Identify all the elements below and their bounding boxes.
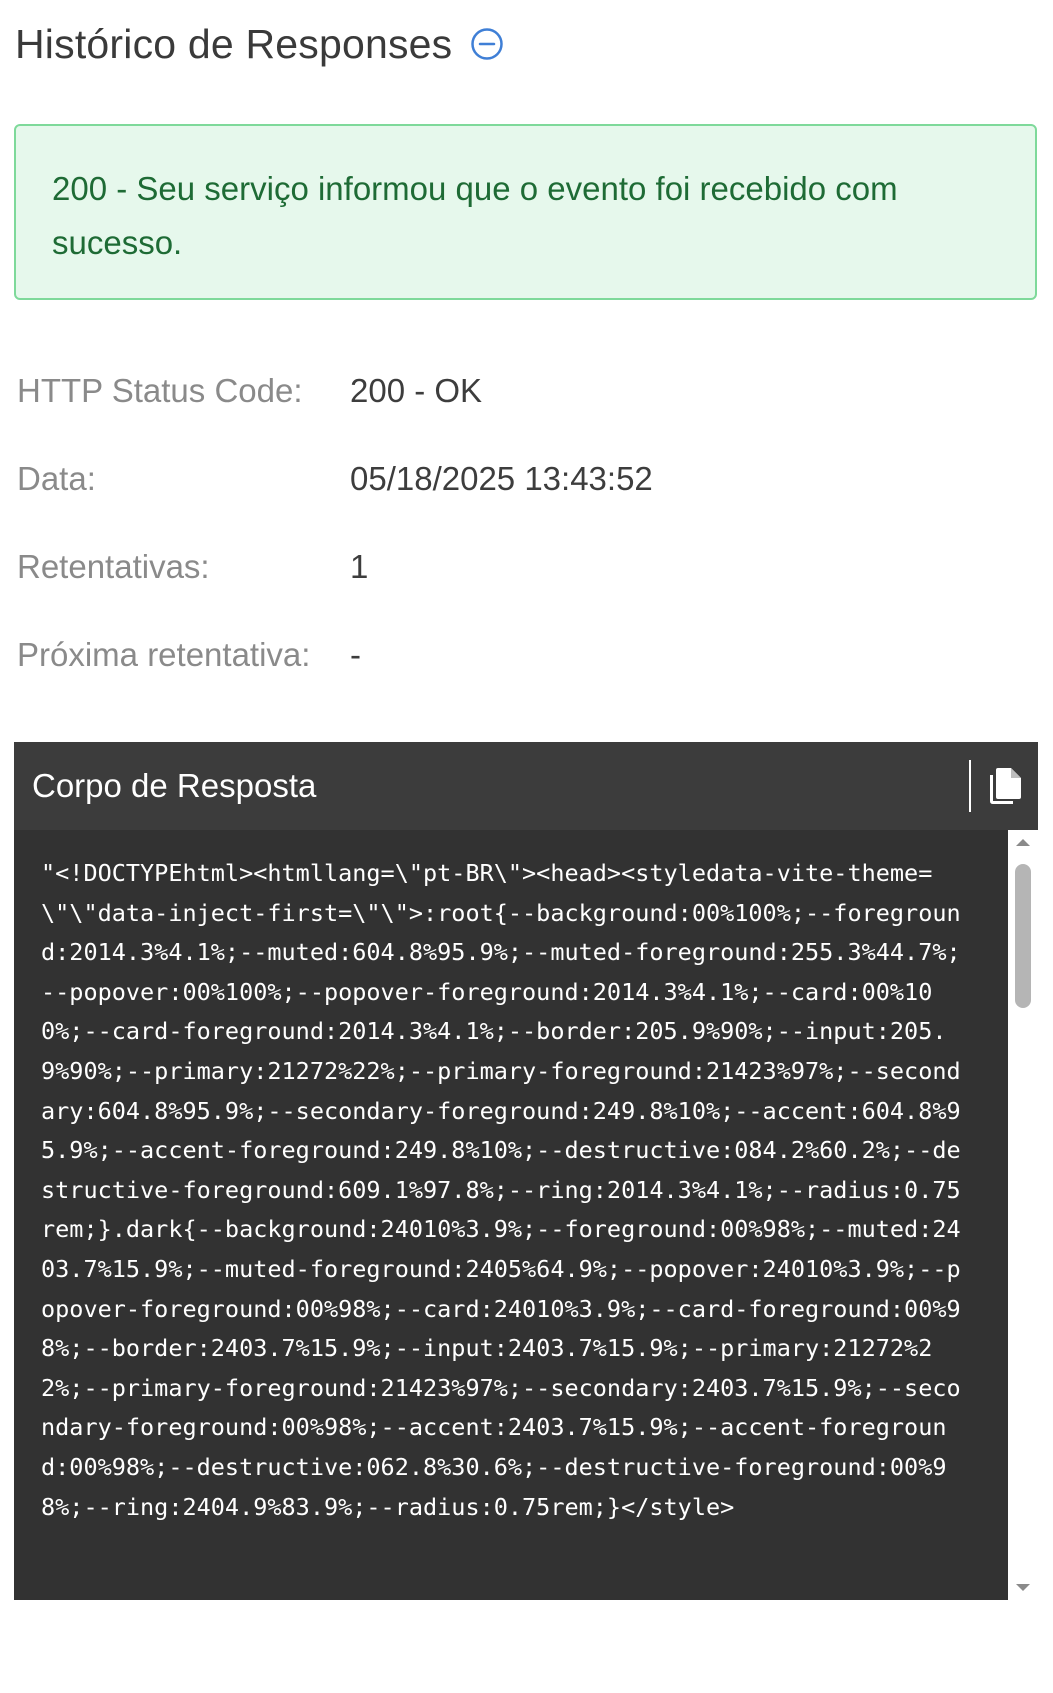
detail-row-status-code: HTTP Status Code: 200 - OK <box>17 372 653 460</box>
response-body-text: "<!DOCTYPEhtml><htmllang=\"pt-BR\"><head… <box>41 859 961 1521</box>
section-header: Histórico de Responses <box>15 18 504 70</box>
status-code-label: HTTP Status Code: <box>17 372 303 409</box>
response-details: HTTP Status Code: 200 - OK Data: 05/18/2… <box>17 372 653 724</box>
retries-value: 1 <box>350 548 369 585</box>
response-body-header: Corpo de Resposta <box>14 742 1038 830</box>
copy-icon[interactable] <box>986 764 1026 808</box>
detail-row-retries: Retentativas: 1 <box>17 548 653 636</box>
scrollbar-thumb[interactable] <box>1015 864 1031 1008</box>
date-value: 05/18/2025 13:43:52 <box>350 460 653 497</box>
minus-circle-icon[interactable] <box>470 27 504 61</box>
next-retry-value: - <box>350 636 361 673</box>
retries-label: Retentativas: <box>17 548 210 585</box>
response-body-content[interactable]: "<!DOCTYPEhtml><htmllang=\"pt-BR\"><head… <box>14 830 1008 1600</box>
alert-message: 200 - Seu serviço informou que o evento … <box>52 170 898 261</box>
scroll-up-arrow-icon[interactable] <box>1008 830 1038 854</box>
vertical-scrollbar[interactable] <box>1008 830 1038 1600</box>
date-label: Data: <box>17 460 96 497</box>
response-body-title: Corpo de Resposta <box>32 767 317 804</box>
detail-row-next-retry: Próxima retentativa: - <box>17 636 653 724</box>
detail-row-date: Data: 05/18/2025 13:43:52 <box>17 460 653 548</box>
next-retry-label: Próxima retentativa: <box>17 636 311 673</box>
success-alert: 200 - Seu serviço informou que o evento … <box>14 124 1037 300</box>
status-code-value: 200 - OK <box>350 372 483 409</box>
page-title: Histórico de Responses <box>15 20 453 67</box>
scroll-down-arrow-icon[interactable] <box>1008 1576 1038 1600</box>
header-divider <box>969 760 971 812</box>
response-body-panel: Corpo de Resposta "<!DOCTYPEhtml><htmlla… <box>14 742 1038 1600</box>
